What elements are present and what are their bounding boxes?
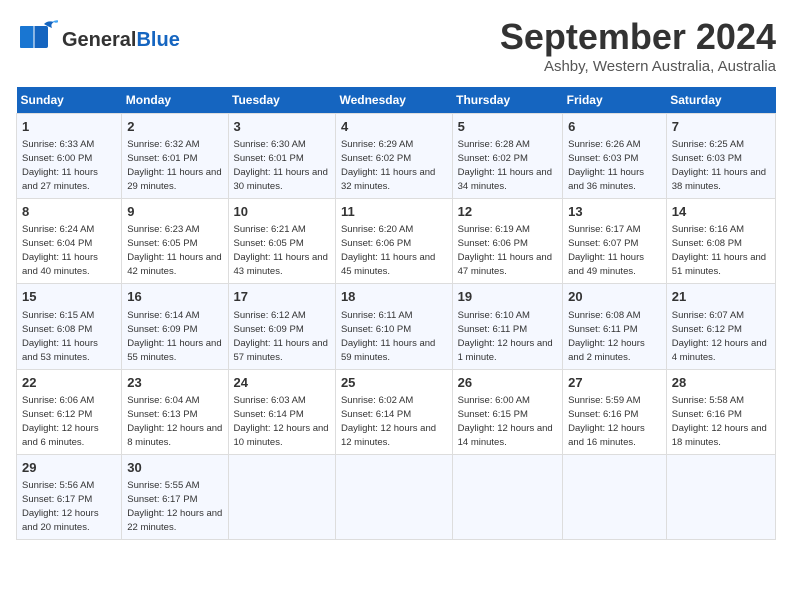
- day-1: 1Sunrise: 6:33 AMSunset: 6:00 PMDaylight…: [17, 114, 122, 199]
- calendar-week-1: 1Sunrise: 6:33 AMSunset: 6:00 PMDaylight…: [17, 114, 776, 199]
- day-19: 19Sunrise: 6:10 AMSunset: 6:11 PMDayligh…: [452, 284, 563, 369]
- day-14: 14Sunrise: 6:16 AMSunset: 6:08 PMDayligh…: [666, 199, 775, 284]
- calendar-header-row: Sunday Monday Tuesday Wednesday Thursday…: [17, 87, 776, 114]
- calendar-table: Sunday Monday Tuesday Wednesday Thursday…: [16, 87, 776, 540]
- calendar-week-2: 8Sunrise: 6:24 AMSunset: 6:04 PMDaylight…: [17, 199, 776, 284]
- month-title: September 2024: [500, 16, 776, 58]
- title-block: September 2024 Ashby, Western Australia,…: [500, 16, 776, 75]
- day-25: 25Sunrise: 6:02 AMSunset: 6:14 PMDayligh…: [335, 369, 452, 454]
- day-empty: [666, 454, 775, 539]
- day-empty: [563, 454, 667, 539]
- day-21: 21Sunrise: 6:07 AMSunset: 6:12 PMDayligh…: [666, 284, 775, 369]
- logo-general: General: [62, 29, 136, 51]
- page-header: GeneralBlue September 2024 Ashby, Wester…: [16, 16, 776, 75]
- day-22: 22Sunrise: 6:06 AMSunset: 6:12 PMDayligh…: [17, 369, 122, 454]
- day-17: 17Sunrise: 6:12 AMSunset: 6:09 PMDayligh…: [228, 284, 335, 369]
- header-wednesday: Wednesday: [335, 87, 452, 114]
- location-subtitle: Ashby, Western Australia, Australia: [500, 58, 776, 75]
- day-15: 15Sunrise: 6:15 AMSunset: 6:08 PMDayligh…: [17, 284, 122, 369]
- day-4: 4Sunrise: 6:29 AMSunset: 6:02 PMDaylight…: [335, 114, 452, 199]
- logo-icon-area: [16, 16, 58, 63]
- general-blue-logo: [16, 16, 58, 58]
- header-thursday: Thursday: [452, 87, 563, 114]
- day-16: 16Sunrise: 6:14 AMSunset: 6:09 PMDayligh…: [122, 284, 228, 369]
- logo-blue: Blue: [136, 29, 179, 51]
- day-18: 18Sunrise: 6:11 AMSunset: 6:10 PMDayligh…: [335, 284, 452, 369]
- day-6: 6Sunrise: 6:26 AMSunset: 6:03 PMDaylight…: [563, 114, 667, 199]
- header-monday: Monday: [122, 87, 228, 114]
- day-empty: [228, 454, 335, 539]
- calendar-week-4: 22Sunrise: 6:06 AMSunset: 6:12 PMDayligh…: [17, 369, 776, 454]
- calendar-week-3: 15Sunrise: 6:15 AMSunset: 6:08 PMDayligh…: [17, 284, 776, 369]
- day-24: 24Sunrise: 6:03 AMSunset: 6:14 PMDayligh…: [228, 369, 335, 454]
- day-2: 2Sunrise: 6:32 AMSunset: 6:01 PMDaylight…: [122, 114, 228, 199]
- header-saturday: Saturday: [666, 87, 775, 114]
- day-20: 20Sunrise: 6:08 AMSunset: 6:11 PMDayligh…: [563, 284, 667, 369]
- day-7: 7Sunrise: 6:25 AMSunset: 6:03 PMDaylight…: [666, 114, 775, 199]
- day-8: 8Sunrise: 6:24 AMSunset: 6:04 PMDaylight…: [17, 199, 122, 284]
- day-12: 12Sunrise: 6:19 AMSunset: 6:06 PMDayligh…: [452, 199, 563, 284]
- logo-text-block: GeneralBlue: [62, 29, 180, 51]
- calendar-week-5: 29Sunrise: 5:56 AMSunset: 6:17 PMDayligh…: [17, 454, 776, 539]
- day-5: 5Sunrise: 6:28 AMSunset: 6:02 PMDaylight…: [452, 114, 563, 199]
- header-tuesday: Tuesday: [228, 87, 335, 114]
- header-sunday: Sunday: [17, 87, 122, 114]
- day-10: 10Sunrise: 6:21 AMSunset: 6:05 PMDayligh…: [228, 199, 335, 284]
- day-28: 28Sunrise: 5:58 AMSunset: 6:16 PMDayligh…: [666, 369, 775, 454]
- day-27: 27Sunrise: 5:59 AMSunset: 6:16 PMDayligh…: [563, 369, 667, 454]
- header-friday: Friday: [563, 87, 667, 114]
- day-26: 26Sunrise: 6:00 AMSunset: 6:15 PMDayligh…: [452, 369, 563, 454]
- day-23: 23Sunrise: 6:04 AMSunset: 6:13 PMDayligh…: [122, 369, 228, 454]
- day-29: 29Sunrise: 5:56 AMSunset: 6:17 PMDayligh…: [17, 454, 122, 539]
- logo: GeneralBlue: [16, 16, 180, 63]
- day-30: 30Sunrise: 5:55 AMSunset: 6:17 PMDayligh…: [122, 454, 228, 539]
- day-11: 11Sunrise: 6:20 AMSunset: 6:06 PMDayligh…: [335, 199, 452, 284]
- day-13: 13Sunrise: 6:17 AMSunset: 6:07 PMDayligh…: [563, 199, 667, 284]
- day-3: 3Sunrise: 6:30 AMSunset: 6:01 PMDaylight…: [228, 114, 335, 199]
- day-9: 9Sunrise: 6:23 AMSunset: 6:05 PMDaylight…: [122, 199, 228, 284]
- day-empty: [452, 454, 563, 539]
- day-empty: [335, 454, 452, 539]
